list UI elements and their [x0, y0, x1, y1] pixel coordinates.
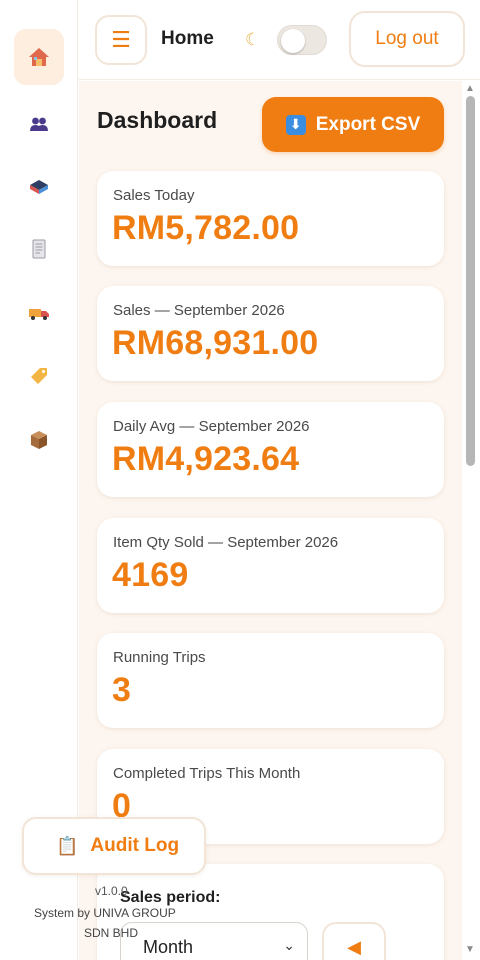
app-window: ☰ Home ☾ Log out Dashboard ⬇ Export CSV …: [0, 0, 480, 960]
stat-value: 3: [112, 671, 132, 709]
stat-card-running-trips: Running Trips 3: [97, 633, 444, 728]
users-icon: [30, 117, 48, 131]
sales-period-value: Month: [143, 936, 194, 957]
triangle-left-icon: ◀: [347, 936, 361, 957]
house-icon: [29, 48, 49, 66]
scroll-down-arrow-icon[interactable]: ▼: [465, 944, 475, 955]
sidebar-item-deliveries[interactable]: [14, 285, 64, 341]
audit-log-label: Audit Log: [90, 835, 180, 856]
stat-card-sales-today: Sales Today RM5,782.00: [97, 171, 444, 266]
truck-icon: [29, 309, 49, 320]
stat-card-sales-month: Sales — September 2026 RM68,931.00: [97, 286, 444, 381]
sidebar-item-customers[interactable]: [14, 96, 64, 152]
sales-period-label: Sales period:: [120, 889, 221, 906]
audit-log-button[interactable]: 📋 Audit Log: [22, 817, 206, 875]
scroll-up-arrow-icon[interactable]: ▲: [465, 83, 475, 94]
sidebar-item-inventory[interactable]: [14, 159, 64, 215]
package-icon: [31, 431, 47, 449]
sidebar-item-pricing[interactable]: [14, 348, 64, 404]
theme-toggle[interactable]: [277, 25, 327, 55]
previous-period-button[interactable]: ◀: [322, 922, 386, 960]
hamburger-icon: ☰: [111, 27, 131, 52]
stat-label: Daily Avg — September 2026: [113, 418, 310, 435]
clipboard-icon: 📋: [56, 835, 79, 856]
moon-icon: ☾: [245, 30, 261, 49]
export-csv-label: Export CSV: [315, 113, 421, 135]
stat-value: RM5,782.00: [112, 209, 300, 247]
footer-credit: System by UNIVA GROUP: [34, 906, 176, 920]
sidebar-item-home[interactable]: [14, 29, 64, 85]
sidebar-item-reports[interactable]: [14, 221, 64, 277]
dashboard-title: Dashboard: [97, 107, 218, 133]
stat-label: Running Trips: [113, 649, 206, 666]
menu-button[interactable]: ☰: [95, 15, 147, 65]
sidebar-item-products[interactable]: [14, 412, 64, 468]
logout-button[interactable]: Log out: [349, 11, 465, 67]
toggle-knob: [281, 29, 305, 53]
version-label: v1.0.0: [95, 884, 128, 898]
export-csv-button[interactable]: ⬇ Export CSV: [262, 97, 444, 152]
sales-period-select[interactable]: Month ⌄: [120, 922, 308, 960]
stat-value: RM68,931.00: [112, 324, 319, 362]
sidebar: [0, 0, 78, 960]
stat-value: RM4,923.64: [112, 440, 300, 478]
stat-label: Sales Today: [113, 187, 195, 204]
document-icon: [32, 239, 46, 259]
stat-label: Item Qty Sold — September 2026: [113, 534, 339, 551]
download-icon: ⬇: [285, 114, 306, 135]
page-title: Home: [161, 28, 214, 49]
stat-value: 4169: [112, 556, 189, 594]
top-bar: ☰ Home ☾ Log out: [79, 0, 480, 80]
footer-credit-line2: SDN BHD: [84, 926, 139, 940]
scrollbar-thumb[interactable]: [466, 96, 475, 466]
chevron-down-icon: ⌄: [283, 937, 295, 953]
stat-label: Sales — September 2026: [113, 302, 285, 319]
boxes-icon: [30, 180, 48, 194]
stat-card-item-qty: Item Qty Sold — September 2026 4169: [97, 518, 444, 613]
stat-card-daily-avg: Daily Avg — September 2026 RM4,923.64: [97, 402, 444, 497]
stat-label: Completed Trips This Month: [113, 765, 301, 782]
tag-icon: [31, 368, 47, 384]
